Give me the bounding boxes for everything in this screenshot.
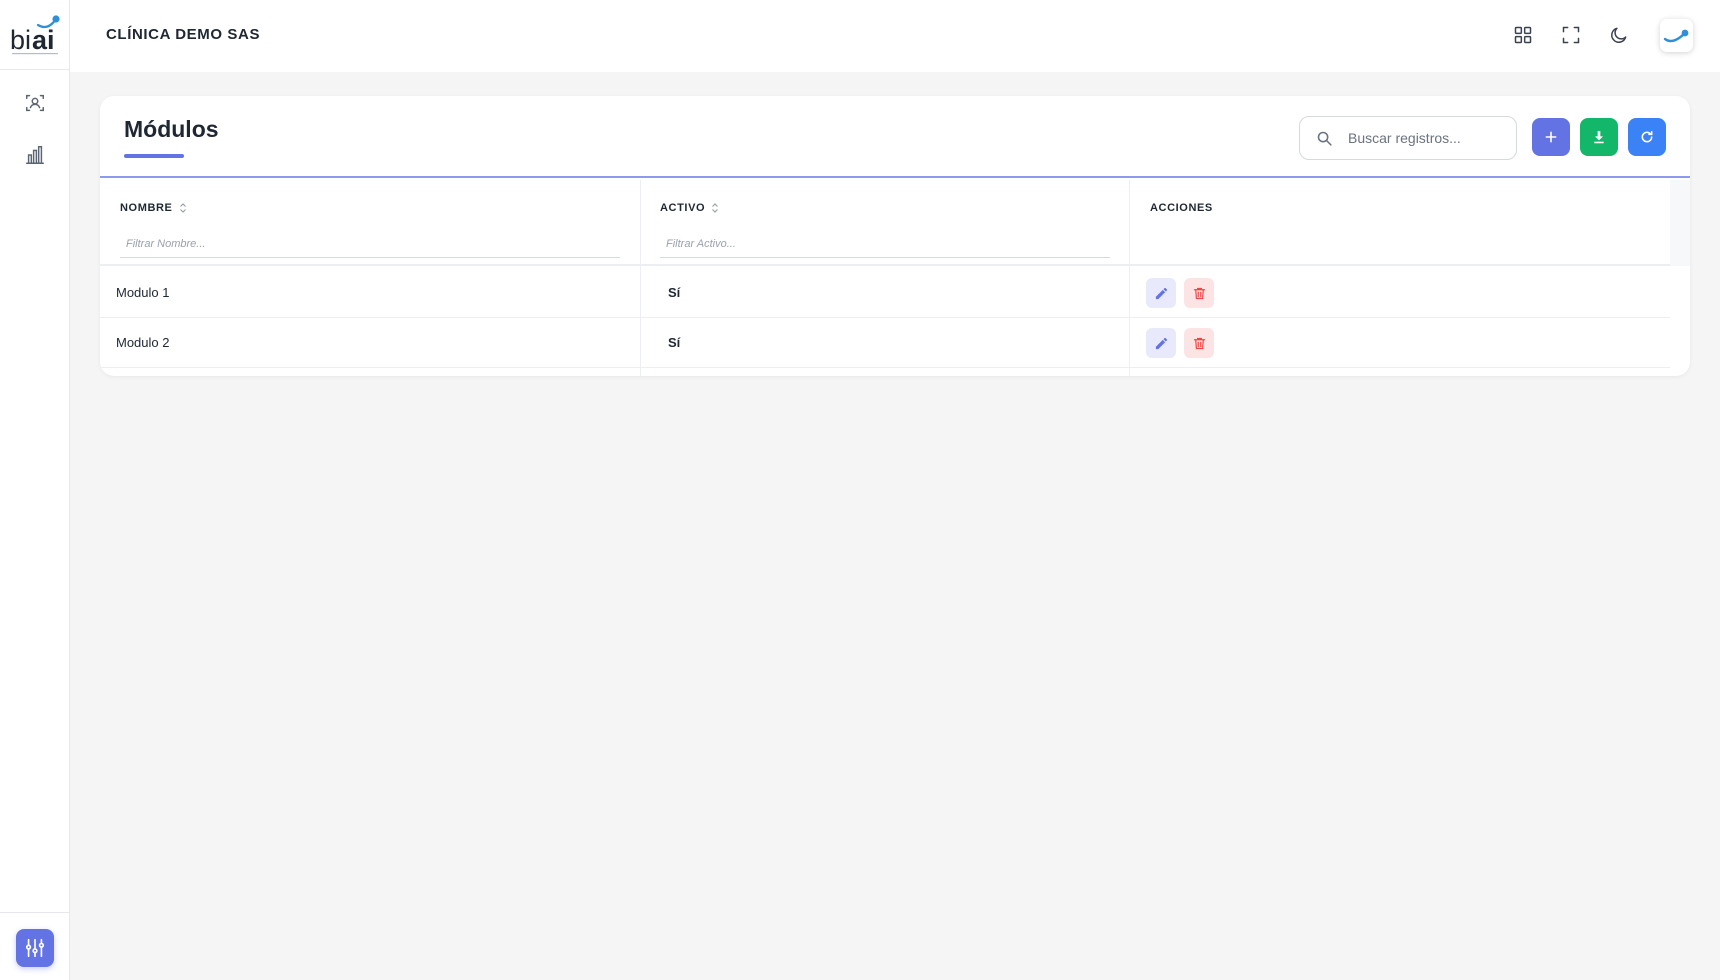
cell-activo: Sí	[668, 285, 681, 300]
filter-activo-input[interactable]	[660, 230, 1110, 258]
svg-text:ai: ai	[32, 25, 55, 55]
card-header: Módulos	[100, 96, 1690, 178]
delete-button[interactable]	[1184, 328, 1214, 358]
app-logo[interactable]: bi ai	[0, 0, 70, 70]
table-row[interactable]: Modulo 1 Sí	[100, 268, 1670, 318]
table-scroll-gutter	[1670, 180, 1690, 266]
add-icon	[1545, 131, 1557, 143]
add-button[interactable]	[1532, 118, 1570, 156]
sidebar-item-users[interactable]	[17, 85, 53, 121]
trash-icon	[1193, 337, 1205, 349]
edit-button[interactable]	[1146, 328, 1176, 358]
cell-activo: Sí	[668, 335, 681, 350]
column-label: NOMBRE	[120, 202, 173, 214]
sidebar-footer	[0, 912, 70, 980]
user-avatar[interactable]	[1660, 19, 1693, 52]
column-header-activo[interactable]: ACTIVO	[660, 202, 719, 214]
grid-icon	[1514, 26, 1532, 44]
company-name: CLÍNICA DEMO SAS	[106, 26, 261, 43]
sort-icon[interactable]	[711, 202, 719, 214]
pencil-icon	[1155, 337, 1167, 349]
user-scan-icon	[26, 94, 44, 112]
delete-button[interactable]	[1184, 278, 1214, 308]
download-icon	[1594, 131, 1604, 144]
filter-nombre-input[interactable]	[120, 230, 620, 258]
refresh-icon	[1641, 130, 1653, 143]
search-input[interactable]	[1348, 127, 1508, 149]
search-box	[1299, 116, 1517, 160]
sort-icon[interactable]	[179, 202, 187, 214]
trash-icon	[1193, 287, 1205, 299]
sidebar: bi ai	[0, 0, 70, 980]
fullscreen-button[interactable]	[1554, 18, 1588, 52]
column-header-acciones: ACCIONES	[1150, 202, 1213, 214]
biai-logo-icon: bi ai	[10, 14, 60, 55]
theme-toggle-button[interactable]	[1602, 18, 1636, 52]
column-header-nombre[interactable]: NOMBRE	[120, 202, 187, 214]
modules-card: Módulos Buscar registros... NOMBRE Filtr…	[100, 96, 1690, 376]
fullscreen-icon	[1562, 26, 1580, 44]
apps-button[interactable]	[1506, 18, 1540, 52]
edit-button[interactable]	[1146, 278, 1176, 308]
table-header: NOMBRE ACTIVO ACCIONES	[100, 180, 1670, 266]
sliders-icon	[25, 938, 45, 958]
refresh-button[interactable]	[1628, 118, 1666, 156]
column-label: ACCIONES	[1150, 202, 1213, 214]
svg-text:bi: bi	[10, 25, 31, 55]
moon-icon	[1611, 27, 1627, 43]
title-underline	[124, 154, 184, 158]
cell-nombre: Modulo 1	[116, 285, 170, 300]
settings-button[interactable]	[16, 929, 54, 967]
bar-chart-icon	[26, 146, 44, 164]
brand-swoosh-icon	[1663, 29, 1688, 42]
pencil-icon	[1155, 287, 1167, 299]
page-title: Módulos	[124, 116, 219, 142]
cell-nombre: Modulo 2	[116, 335, 170, 350]
table-row[interactable]: Modulo 2 Sí	[100, 318, 1670, 368]
sidebar-item-reports[interactable]	[17, 137, 53, 173]
search-icon	[1316, 130, 1333, 152]
column-label: ACTIVO	[660, 202, 706, 214]
download-button[interactable]	[1580, 118, 1618, 156]
topbar: CLÍNICA DEMO SAS	[70, 0, 1720, 72]
